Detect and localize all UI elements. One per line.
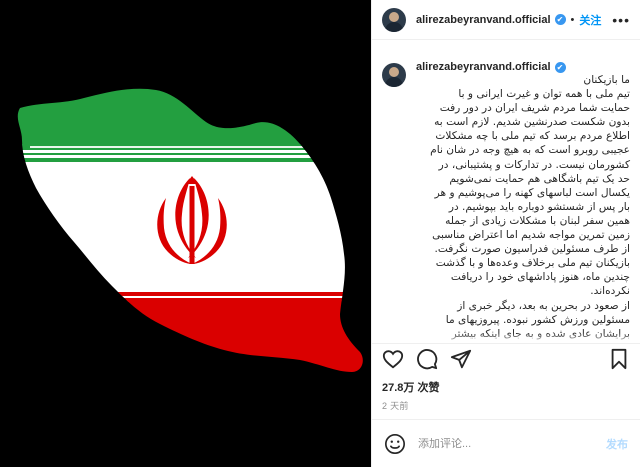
caption-line: بار پس از شستشو دوباره باید بپوشیم. در: [448, 200, 630, 213]
paper-plane-icon[interactable]: [450, 348, 472, 370]
avatar[interactable]: [382, 7, 406, 32]
post-side-panel: alirezabeyranvand.official ✔ • 关注 ••• al…: [371, 0, 640, 467]
emoji-icon[interactable]: [384, 433, 406, 455]
caption-text: ما بازیکنان تیم ملی با همه توان و غیرت ای…: [382, 73, 630, 343]
caption-line: حمایت شما مردم شریف ایران در دور رفت: [439, 102, 630, 115]
caption-line: اطلاع مردم برسد که تیم ملی با چه مشکلات: [435, 130, 630, 143]
comment-bar: 发布: [372, 419, 640, 467]
post-header: alirezabeyranvand.official ✔ • 关注 •••: [372, 0, 640, 40]
caption-verified-badge-icon: ✔: [554, 61, 566, 73]
caption-line: از طرف مسئولین فدراسیون صورت نگرفت.: [434, 243, 630, 256]
caption-line: یکسال است لباسهای کهنه را می‌پوشیم و هر: [434, 186, 630, 199]
caption-line: از صعود در بحرین به بعد، دیگر خبری از: [457, 299, 630, 312]
caption-line: بدون شکست صدرنشین شدیم. لازم است به: [434, 116, 630, 129]
instagram-post: alirezabeyranvand.official ✔ • 关注 ••• al…: [0, 0, 640, 467]
comment-icon[interactable]: [416, 348, 438, 370]
caption-line: حد یک تیم باشگاهی هم حمایت نمی‌شویم: [449, 172, 630, 185]
caption-line: بازیکنان تیم ملی برخلاف وعده‌ها و با گذش…: [435, 257, 630, 270]
caption-avatar[interactable]: [382, 63, 406, 87]
bookmark-icon[interactable]: [608, 348, 630, 370]
separator-dot: •: [570, 13, 575, 26]
header-username[interactable]: alirezabeyranvand.official: [416, 14, 551, 26]
caption-line: زمین تمرین مواجه شدیم اما اعتراض مناسبی: [432, 229, 630, 242]
caption-line: عجیبی روبرو است که به هیچ وجه در شان نام: [430, 144, 630, 157]
likes-count[interactable]: 27.8万 次赞: [382, 379, 439, 395]
caption-line: چندین ماه، هنوز پاداشهای خود را دریافت: [450, 271, 630, 284]
caption-line: تیم ملی با همه توان و غیرت ایرانی و با: [458, 88, 630, 101]
caption-fade: [372, 333, 640, 343]
caption-line: مسئولین ورزش کشور نبوده. پیروزیهای ما: [445, 313, 630, 326]
caption-line: همین سفر لبنان با مشکلات زیادی از جمله: [445, 214, 630, 227]
post-image[interactable]: [0, 0, 371, 467]
verified-badge-icon: ✔: [554, 14, 566, 25]
comment-input[interactable]: [418, 437, 606, 450]
caption-username[interactable]: alirezabeyranvand.official: [416, 61, 551, 73]
caption-line: کشورمان نیست. در تدارکات و پشتیبانی، در: [438, 158, 630, 171]
post-time[interactable]: 2 天前: [382, 399, 409, 412]
caption-area: alirezabeyranvand.official ✔ ما بازیکنان…: [372, 41, 640, 343]
action-bar: [372, 343, 640, 373]
iran-map-flag-image: [17, 88, 363, 373]
caption-line: نکرده‌اند.: [590, 285, 630, 298]
post-comment-button[interactable]: 发布: [606, 436, 628, 452]
follow-button[interactable]: 关注: [579, 12, 601, 28]
more-options-icon[interactable]: •••: [612, 12, 630, 28]
heart-icon[interactable]: [382, 348, 404, 370]
